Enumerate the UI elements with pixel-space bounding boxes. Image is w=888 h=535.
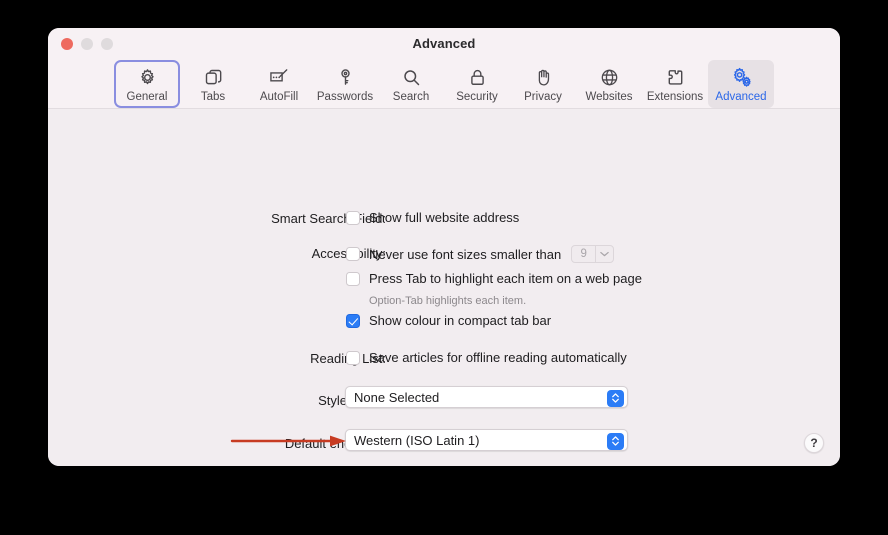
help-button[interactable]: ? (804, 433, 824, 453)
show-colour-compact-tab-bar-label: Show colour in compact tab bar (369, 313, 552, 328)
globe-icon (599, 65, 620, 89)
press-tab-label: Press Tab to highlight each item on a we… (369, 271, 642, 286)
advanced-settings-pane: Smart Search Field: Show full website ad… (48, 109, 840, 466)
tab-search-label: Search (392, 91, 430, 103)
minimum-font-size-combo[interactable]: 9 (571, 245, 615, 263)
tab-tabs-label: Tabs (200, 91, 226, 103)
accessibility-label: Accessibility: (86, 246, 386, 261)
puzzle-icon (665, 65, 686, 89)
window-titlebar: Advanced (48, 28, 840, 59)
updown-chevron-icon (607, 432, 624, 450)
show-full-website-address-checkbox[interactable] (346, 210, 360, 225)
save-articles-offline-checkbox[interactable] (346, 350, 360, 365)
tab-autofill-label: AutoFill (259, 91, 299, 103)
reading-list-label: Reading List: (310, 351, 386, 366)
default-encoding-popup-button[interactable]: Western (ISO Latin 1) (345, 429, 628, 451)
tab-passwords-label: Passwords (316, 91, 374, 103)
tab-autofill[interactable]: AutoFill (246, 60, 312, 108)
tab-websites[interactable]: Websites (576, 60, 642, 108)
tab-passwords[interactable]: Passwords (312, 60, 378, 108)
tabs-icon (203, 65, 224, 89)
never-use-font-sizes-row[interactable]: Never use font sizes smaller than 9 (346, 245, 615, 263)
smart-search-field-label: Smart Search Field: (271, 211, 386, 226)
tab-security-label: Security (456, 91, 498, 103)
style-sheet-label: Style sheet: (318, 393, 386, 408)
gears-icon (730, 65, 753, 89)
press-tab-hint-text: Option-Tab highlights each item. (369, 295, 527, 307)
tab-advanced-label: Advanced (715, 91, 767, 103)
tab-privacy-label: Privacy (524, 91, 562, 103)
never-use-font-sizes-label: Never use font sizes smaller than (369, 246, 562, 262)
chevron-down-icon (596, 251, 613, 257)
preferences-toolbar: General Tabs AutoFill Passwords Search S… (48, 59, 840, 109)
autofill-icon (268, 65, 290, 89)
press-tab-row[interactable]: Press Tab to highlight each item on a we… (346, 271, 642, 286)
press-tab-checkbox[interactable] (346, 271, 360, 286)
preferences-window: Advanced General Tabs AutoFill Passwords… (48, 28, 840, 466)
style-sheet-value: None Selected (354, 389, 440, 405)
tab-general[interactable]: General (114, 60, 180, 108)
tab-extensions-label: Extensions (646, 91, 704, 103)
minimum-font-size-value: 9 (580, 248, 587, 260)
style-sheet-popup-button[interactable]: None Selected (345, 386, 628, 408)
tab-security[interactable]: Security (444, 60, 510, 108)
magnifier-icon (401, 65, 422, 89)
window-title: Advanced (412, 36, 476, 51)
tab-tabs[interactable]: Tabs (180, 60, 246, 108)
save-articles-offline-row[interactable]: Save articles for offline reading automa… (346, 350, 627, 365)
hand-icon (533, 65, 554, 89)
tab-privacy[interactable]: Privacy (510, 60, 576, 108)
key-icon (335, 65, 356, 89)
tab-advanced[interactable]: Advanced (708, 60, 774, 108)
tab-general-label: General (126, 91, 168, 103)
gear-icon (137, 65, 158, 89)
updown-chevron-icon (607, 389, 624, 407)
never-use-font-sizes-checkbox[interactable] (346, 247, 360, 261)
tab-search[interactable]: Search (378, 60, 444, 108)
lock-icon (467, 65, 488, 89)
save-articles-offline-label: Save articles for offline reading automa… (369, 350, 627, 365)
tab-websites-label: Websites (585, 91, 633, 103)
show-full-website-address-row[interactable]: Show full website address (346, 210, 519, 225)
show-colour-compact-tab-bar-row[interactable]: Show colour in compact tab bar (346, 313, 551, 328)
default-encoding-value: Western (ISO Latin 1) (354, 432, 480, 448)
show-full-website-address-label: Show full website address (369, 210, 520, 225)
tab-extensions[interactable]: Extensions (642, 60, 708, 108)
show-colour-compact-tab-bar-checkbox[interactable] (346, 313, 360, 328)
press-tab-hint: Option-Tab highlights each item. (369, 295, 526, 307)
annotation-arrow (230, 435, 346, 447)
